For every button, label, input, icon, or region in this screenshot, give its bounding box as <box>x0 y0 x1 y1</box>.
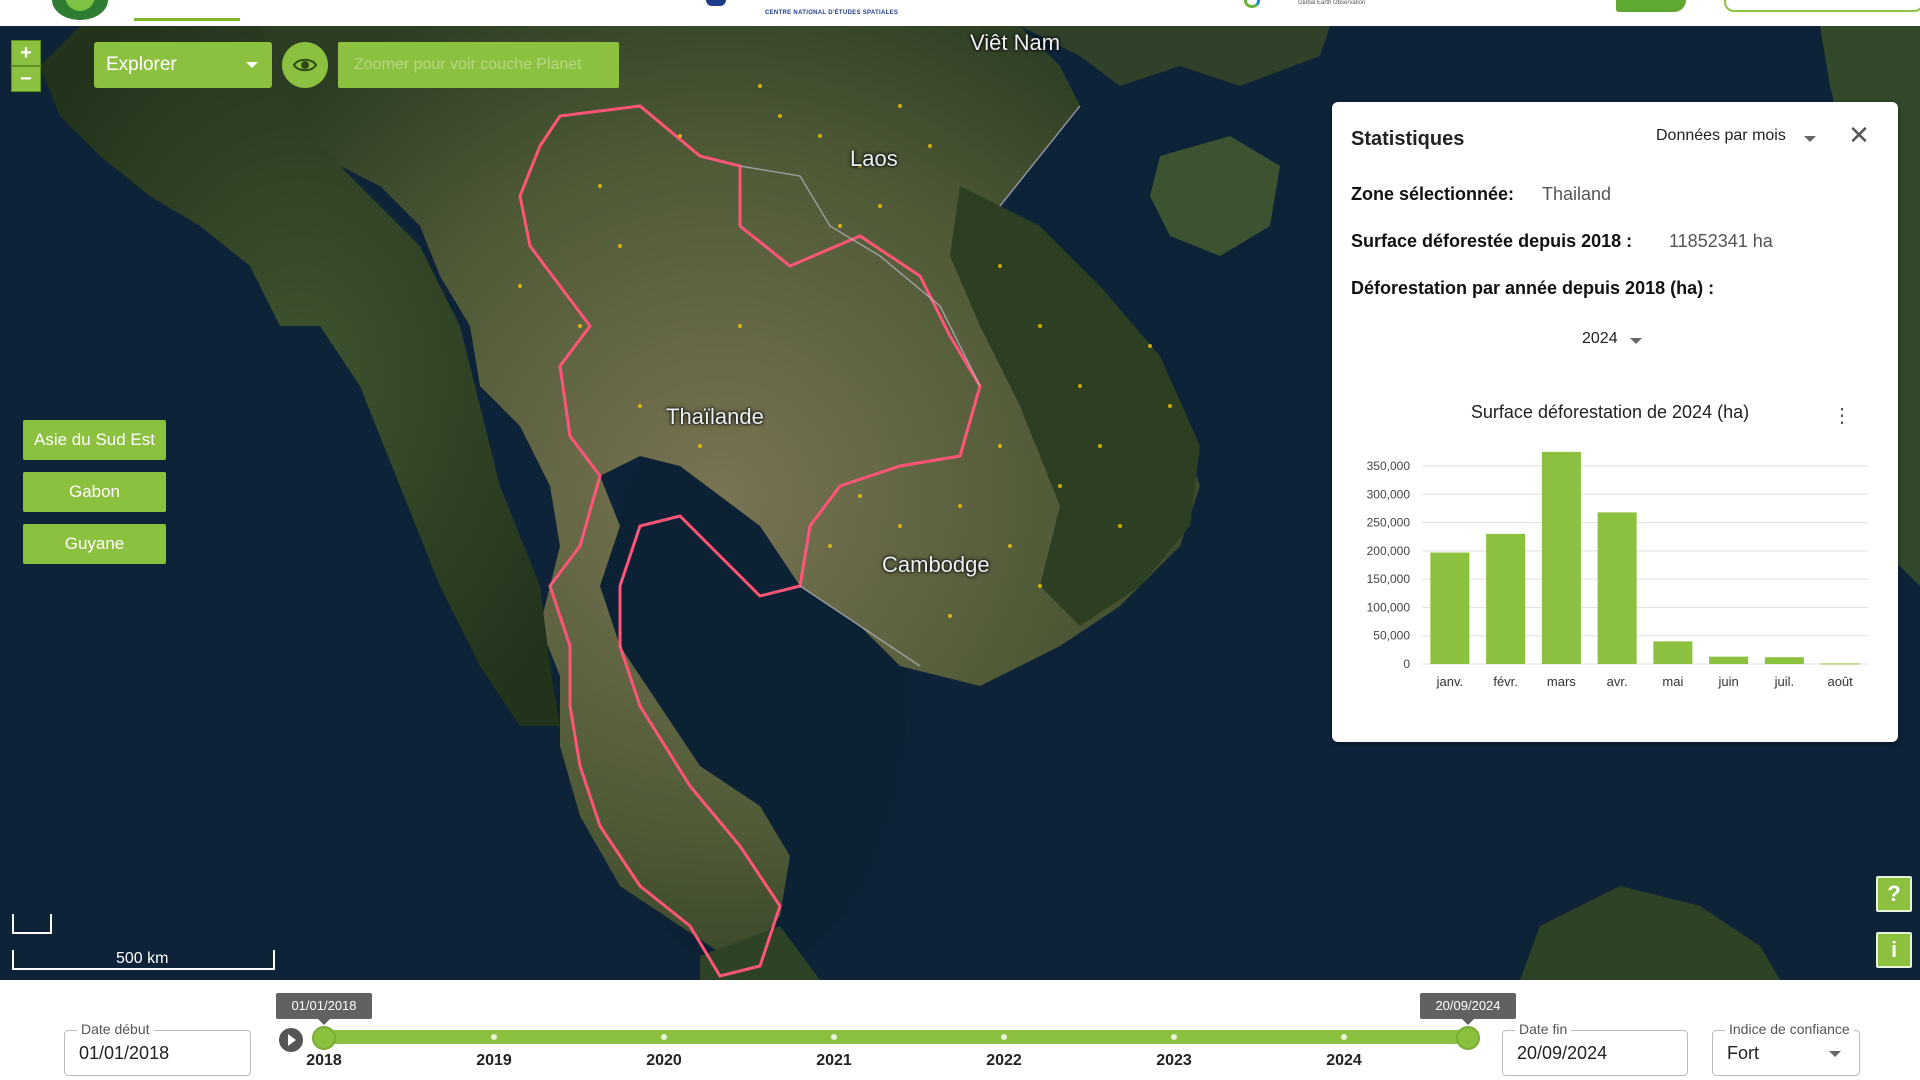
per-year-label: Déforestation par année depuis 2018 (ha)… <box>1351 278 1715 298</box>
close-icon[interactable]: ✕ <box>1844 120 1874 150</box>
start-date-field[interactable]: Date début 01/01/2018 <box>64 1021 251 1076</box>
x-tick-label: avr. <box>1607 674 1628 689</box>
visibility-toggle-button[interactable] <box>282 42 328 88</box>
chart-bar[interactable] <box>1486 533 1526 664</box>
timeline-year-label: 2018 <box>306 1052 342 1069</box>
x-tick-label: mars <box>1547 674 1576 689</box>
confidence-label: Indice de confiance <box>1725 1021 1854 1037</box>
y-tick-label: 350,000 <box>1367 459 1411 473</box>
data-mode-select[interactable]: Données par mois <box>1656 127 1786 145</box>
y-tick-label: 250,000 <box>1367 516 1411 530</box>
timeline-year-label: 2022 <box>986 1052 1022 1069</box>
chevron-down-icon <box>1829 1051 1841 1057</box>
y-tick-label: 100,000 <box>1367 600 1411 614</box>
header-button[interactable] <box>1724 0 1920 12</box>
scale-indicator-small <box>12 914 52 934</box>
panel-title: Statistiques <box>1351 128 1465 150</box>
x-tick-label: juil. <box>1774 674 1795 689</box>
region-button-gabon[interactable]: Gabon <box>23 472 166 512</box>
deforestation-bar-chart: 0 50,000 100,000 150,000 200,000 250,000 300,0… <box>1367 451 1868 689</box>
map-label-vietnam: Viêt Nam <box>970 30 1061 55</box>
start-handle-tooltip: 01/01/2018 <box>276 993 372 1025</box>
chart-bar[interactable] <box>1709 656 1749 664</box>
chart-title: Surface déforestation de 2024 (ha) <box>1470 402 1750 422</box>
surface-label: Surface déforestée depuis 2018 : <box>1351 231 1633 251</box>
zoom-in-button[interactable]: + <box>11 40 41 66</box>
chevron-down-icon[interactable] <box>1804 136 1816 142</box>
end-handle-tooltip: 20/09/2024 <box>1420 993 1516 1025</box>
start-handle[interactable] <box>312 1026 336 1050</box>
start-date-value[interactable]: 01/01/2018 <box>79 1043 169 1064</box>
start-date-label: Date début <box>77 1021 154 1037</box>
geo-tagline: Global Earth Observation <box>1298 0 1366 6</box>
chevron-down-icon <box>246 62 258 68</box>
planet-layer-button[interactable]: Zoomer pour voir couche Planet <box>338 42 619 88</box>
region-button-southeast-asia[interactable]: Asie du Sud Est <box>23 420 166 460</box>
cnes-logo <box>706 0 726 6</box>
y-tick-label: 50,000 <box>1373 629 1410 643</box>
mode-select-value: Explorer <box>106 54 177 75</box>
end-handle[interactable] <box>1456 1026 1480 1050</box>
region-button-guyane[interactable]: Guyane <box>23 524 166 564</box>
scale-label: 500 km <box>116 950 169 967</box>
timeline-year-label: 2024 <box>1326 1052 1362 1069</box>
end-date-value[interactable]: 20/09/2024 <box>1517 1043 1607 1064</box>
timeline-year-label: 2020 <box>646 1052 682 1069</box>
zone-label: Zone sélectionnée: <box>1351 184 1515 204</box>
year-select[interactable]: 2024 <box>1582 330 1618 348</box>
timeline-year-marker[interactable] <box>1171 1034 1177 1040</box>
eye-icon <box>293 58 317 72</box>
x-tick-label: févr. <box>1493 674 1518 689</box>
surface-value: 11852341 ha <box>1669 231 1773 251</box>
timeline-year-marker[interactable] <box>1001 1034 1007 1040</box>
map-label-cambodia: Cambodge <box>882 552 990 577</box>
chart-bar[interactable] <box>1653 641 1693 664</box>
statistics-panel: Statistiques Données par mois ✕ Zone sél… <box>1332 102 1898 742</box>
mode-select[interactable]: Explorer <box>94 42 272 88</box>
x-tick-label: juin <box>1718 674 1739 689</box>
zone-value: Thailand <box>1542 184 1612 204</box>
chart-bar[interactable] <box>1541 451 1581 664</box>
timeline-year-marker[interactable] <box>1341 1034 1347 1040</box>
hainan-island <box>1150 136 1280 256</box>
active-nav-indicator <box>134 18 240 21</box>
map-label-thailand: Thaïlande <box>666 404 764 429</box>
cnes-tagline: CENTRE NATIONAL D'ÉTUDES SPATIALES <box>765 10 899 16</box>
end-date-field[interactable]: Date fin 20/09/2024 <box>1502 1021 1688 1076</box>
borneo-land <box>1520 886 1780 980</box>
timeline-year-label: 2019 <box>476 1052 512 1069</box>
play-icon[interactable] <box>279 1028 303 1052</box>
map-label-laos: Laos <box>850 146 898 171</box>
partner-logo <box>1616 0 1686 12</box>
y-tick-label: 150,000 <box>1367 572 1411 586</box>
top-header: CENTRE NATIONAL D'ÉTUDES SPATIALES Globa… <box>0 0 1920 26</box>
timeline-year-marker[interactable] <box>661 1034 667 1040</box>
x-tick-label: janv. <box>1436 674 1464 689</box>
y-tick-label: 300,000 <box>1367 487 1411 501</box>
chart-bar[interactable] <box>1597 512 1637 664</box>
end-date-label: Date fin <box>1515 1021 1572 1037</box>
confidence-value: Fort <box>1727 1043 1760 1063</box>
x-tick-label: août <box>1827 674 1853 689</box>
app-logo[interactable] <box>52 0 108 20</box>
x-tick-label: mai <box>1662 674 1683 689</box>
chevron-down-icon[interactable] <box>1630 338 1642 344</box>
timeline-year-label: 2021 <box>816 1052 852 1069</box>
info-button[interactable]: i <box>1876 932 1912 968</box>
chart-bar[interactable] <box>1764 657 1804 664</box>
chart-bar[interactable] <box>1430 552 1470 664</box>
more-options-icon[interactable]: ⋮ <box>1832 404 1852 428</box>
y-tick-label: 0 <box>1403 657 1410 671</box>
geo-logo <box>1244 0 1260 8</box>
help-button[interactable]: ? <box>1876 876 1912 912</box>
timeline-year-marker[interactable] <box>491 1034 497 1040</box>
y-tick-label: 200,000 <box>1367 544 1411 558</box>
timeline-year-label: 2023 <box>1156 1052 1192 1069</box>
zoom-out-button[interactable]: − <box>11 66 41 92</box>
chart-bar[interactable] <box>1820 663 1860 665</box>
confidence-select[interactable]: Indice de confiance Fort <box>1712 1021 1860 1076</box>
timeline-year-marker[interactable] <box>831 1034 837 1040</box>
